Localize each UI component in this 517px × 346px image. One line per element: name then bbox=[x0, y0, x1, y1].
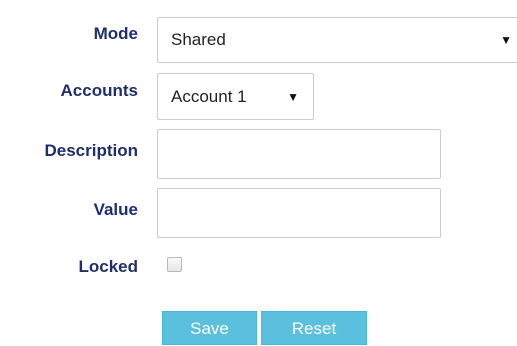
chevron-down-icon: ▼ bbox=[287, 89, 299, 104]
accounts-label: Accounts bbox=[60, 81, 138, 100]
mode-selected-value: Shared bbox=[171, 30, 226, 49]
value-label: Value bbox=[93, 200, 138, 219]
accounts-selected-value: Account 1 bbox=[171, 86, 247, 106]
locked-label: Locked bbox=[78, 257, 138, 276]
save-button[interactable]: Save bbox=[162, 311, 257, 345]
description-label: Description bbox=[44, 141, 138, 160]
accounts-select[interactable]: Account 1 ▼ bbox=[157, 73, 314, 120]
locked-checkbox[interactable] bbox=[167, 257, 182, 272]
chevron-down-icon: ▼ bbox=[500, 33, 512, 47]
description-input[interactable] bbox=[157, 129, 441, 179]
value-input[interactable] bbox=[157, 188, 441, 238]
reset-button[interactable]: Reset bbox=[261, 311, 367, 345]
mode-label: Mode bbox=[93, 24, 138, 43]
mode-select[interactable]: Shared ▼ bbox=[157, 17, 517, 63]
